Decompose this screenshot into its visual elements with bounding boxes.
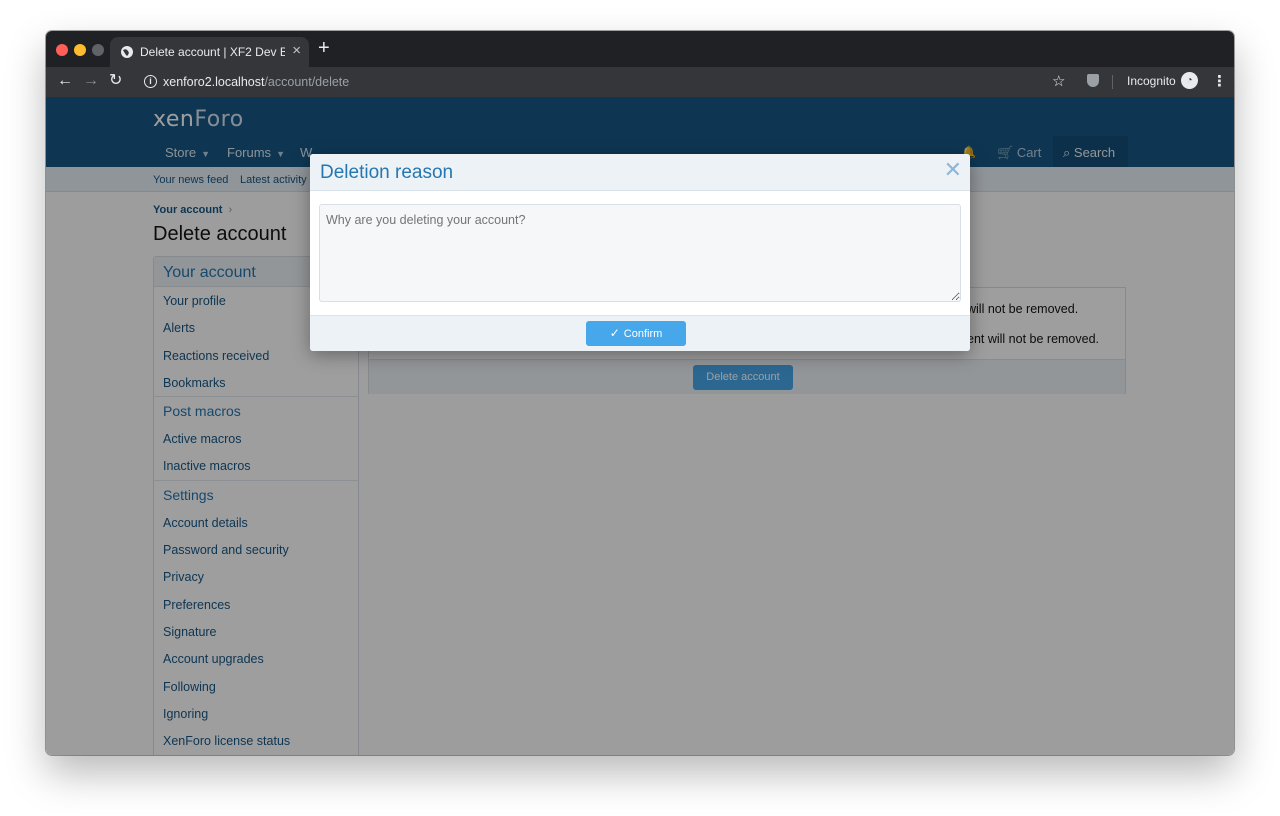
browser-toolbar: ← → ↻ i xenforo2.localhost/account/delet…	[46, 67, 1234, 97]
dialog-title: Deletion reason	[320, 162, 454, 183]
toolbar-divider	[1112, 75, 1113, 89]
checkmark-icon: ✓	[609, 326, 620, 340]
page-content: xenForo Store ▼ Forums ▼ W 🔔 🛒 Cart ⌕ Sear…	[46, 97, 1234, 755]
deletion-reason-input[interactable]	[319, 204, 961, 302]
back-arrow-icon[interactable]: ←	[57, 72, 73, 90]
globe-icon	[121, 46, 133, 58]
dialog-body	[310, 191, 970, 315]
maximize-window-button[interactable]	[92, 44, 104, 56]
reload-icon[interactable]: ↻	[109, 72, 122, 90]
tab-title: Delete account | XF2 Dev Boar	[140, 45, 285, 59]
dialog-footer: ✓ Confirm	[310, 315, 970, 351]
deletion-reason-dialog: Deletion reason ✕ ✓Confirm	[310, 154, 970, 351]
tab-close-icon[interactable]: ×	[292, 42, 301, 59]
extension-shield-icon[interactable]	[1087, 74, 1099, 87]
tab-strip: Delete account | XF2 Dev Boar × +	[46, 31, 1234, 67]
browser-tab[interactable]: Delete account | XF2 Dev Boar ×	[110, 37, 309, 67]
info-icon[interactable]: i	[144, 75, 157, 88]
new-tab-button[interactable]: +	[318, 38, 330, 58]
incognito-label: Incognito	[1127, 74, 1176, 88]
close-icon[interactable]: ✕	[944, 159, 962, 181]
incognito-icon[interactable]: ◔	[1181, 72, 1198, 89]
url-text: xenforo2.localhost/account/delete	[163, 75, 350, 89]
confirm-button[interactable]: ✓ Confirm	[586, 321, 686, 346]
minimize-window-button[interactable]	[74, 44, 86, 56]
close-window-button[interactable]	[56, 44, 68, 56]
forward-arrow-icon[interactable]: →	[83, 72, 99, 90]
browser-window: Delete account | XF2 Dev Boar × + ← → ↻ …	[46, 31, 1234, 755]
bookmark-star-icon[interactable]: ☆	[1052, 72, 1065, 90]
dialog-header: Deletion reason ✕	[310, 154, 970, 191]
menu-kebab-icon[interactable]: ⋮	[1212, 72, 1227, 90]
address-bar[interactable]: i xenforo2.localhost/account/delete	[136, 70, 1096, 94]
